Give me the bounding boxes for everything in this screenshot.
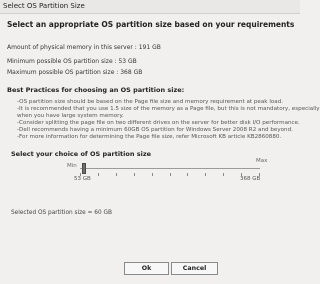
best-practices-title: Best Practices for choosing an OS partit…	[7, 86, 185, 94]
window-title: Select OS Partition Size	[3, 2, 85, 10]
slider-tick	[152, 173, 153, 176]
slider-tick	[223, 173, 224, 176]
slider-title: Select your choice of OS partition size	[11, 150, 152, 158]
slider-tick	[205, 173, 206, 176]
selected-size-text: Selected OS partition size = 60 GB	[11, 210, 112, 216]
max-partition-text: Maximum possible OS partition size : 368…	[7, 69, 143, 76]
slider-tick	[187, 173, 188, 176]
window-titlebar: Select OS Partition Size	[0, 0, 300, 14]
best-practice-line: when you have large system memory.	[17, 113, 124, 119]
page-heading: Select an appropriate OS partition size …	[7, 20, 295, 29]
slider-track-line	[80, 168, 260, 169]
slider-min-label: Min	[67, 163, 77, 169]
min-partition-text: Minimum possible OS partition size : 53 …	[7, 58, 137, 65]
slider-max-label: Max	[256, 158, 268, 164]
slider-max-value: 368 GB	[240, 176, 261, 182]
partition-size-slider[interactable]	[80, 163, 260, 176]
slider-tick	[98, 173, 99, 176]
slider-tick	[170, 173, 171, 176]
best-practice-line: -It is recommended that you use 1.5 size…	[17, 106, 320, 112]
best-practice-line: -Dell recommends having a minimum 60GB O…	[17, 127, 293, 133]
best-practice-line: -OS partition size should be based on th…	[17, 99, 284, 105]
slider-thumb[interactable]	[82, 163, 86, 174]
ok-button[interactable]: Ok	[124, 262, 169, 275]
slider-min-value: 53 GB	[74, 176, 91, 182]
physical-memory-text: Amount of physical memory in this server…	[7, 44, 161, 51]
slider-tick	[116, 173, 117, 176]
cancel-button[interactable]: Cancel	[171, 262, 218, 275]
best-practice-line: -Consider splitting the page file on two…	[17, 120, 300, 126]
best-practice-line: -For more information for determining th…	[17, 134, 282, 140]
slider-tick	[134, 173, 135, 176]
